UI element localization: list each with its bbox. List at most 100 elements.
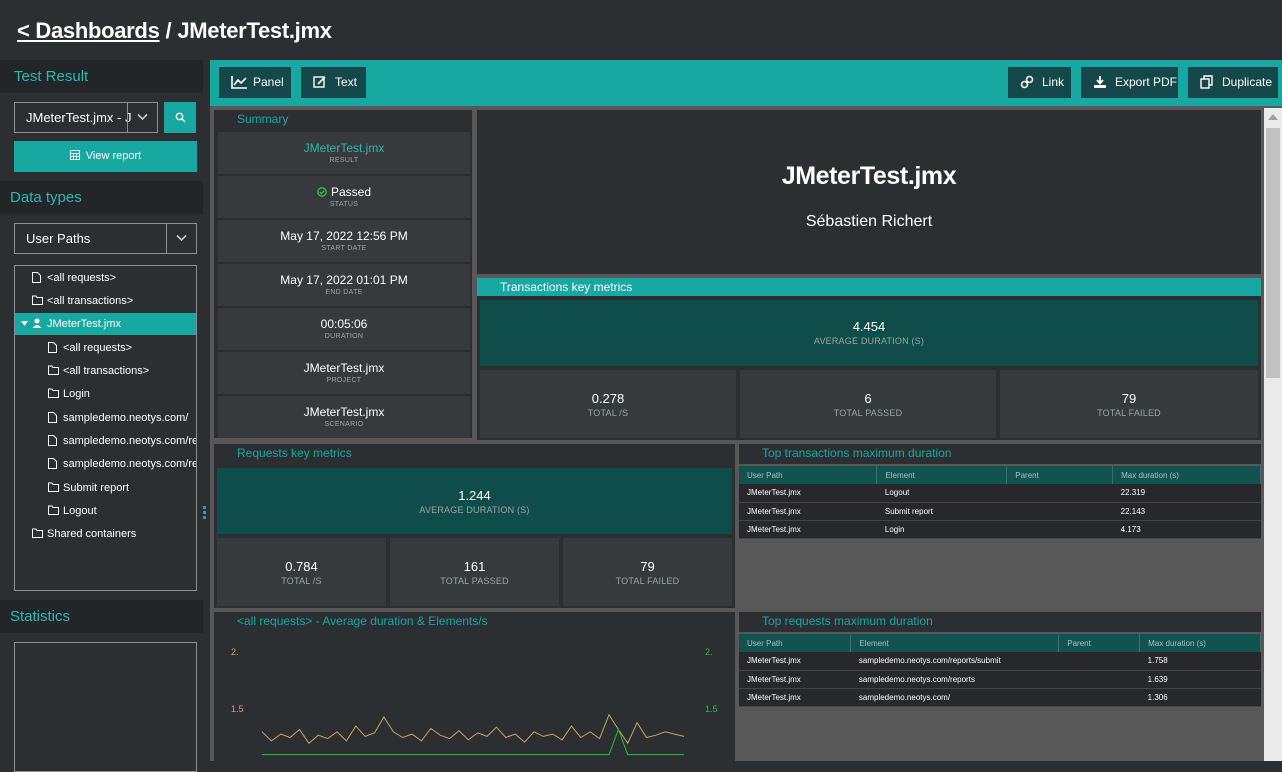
tree-item-jmetertest[interactable]: JMeterTest.jmx	[15, 313, 196, 335]
column-header[interactable]: User Path	[739, 466, 878, 484]
caret-down-icon[interactable]	[21, 321, 28, 326]
test-result-select[interactable]: JMeterTest.jmx - J	[14, 102, 158, 133]
tree-item-submit-report[interactable]: Submit report	[15, 477, 196, 499]
metric-value: 79	[640, 559, 655, 574]
table-cell: sampledemo.neotys.com/	[850, 688, 1059, 707]
breadcrumb: < Dashboards / JMeterTest.jmx	[17, 18, 332, 44]
data-types-heading: Data types	[0, 181, 203, 214]
requests-metrics-panel[interactable]: Requests key metrics 1.244 AVERAGE DURAT…	[214, 444, 735, 608]
table-cell: JMeterTest.jmx	[739, 652, 851, 671]
table-row[interactable]: JMeterTest.jmx sampledemo.neotys.com/ 1.…	[739, 688, 1261, 707]
file-icon	[48, 435, 57, 446]
table-cell: JMeterTest.jmx	[739, 670, 851, 689]
table-row[interactable]: JMeterTest.jmx Login 4.173	[739, 520, 1261, 539]
dashboards-back-link[interactable]: < Dashboards	[17, 18, 160, 43]
tree-item-label: <all transactions>	[47, 295, 134, 307]
export-pdf-button[interactable]: Export PDF	[1081, 67, 1178, 98]
tree-item-request[interactable]: sampledemo.neotys.com/rep	[15, 453, 196, 475]
table-cell: JMeterTest.jmx	[739, 484, 877, 503]
title-text: JMeterTest.jmx	[781, 162, 957, 190]
top-requests-table: User Path Element Parent Max duration (s…	[739, 634, 1261, 707]
tree-item-all-requests[interactable]: <all requests>	[15, 267, 196, 289]
duplicate-button[interactable]: Duplicate	[1188, 67, 1278, 98]
chevron-down-icon[interactable]	[166, 224, 196, 253]
transactions-total-per-s: 0.278 TOTAL /S	[480, 370, 736, 438]
link-button[interactable]: Link	[1008, 67, 1071, 98]
column-header[interactable]: Element	[876, 466, 1008, 484]
metric-label: TOTAL FAILED	[1097, 408, 1161, 418]
tree-item-request[interactable]: sampledemo.neotys.com/	[15, 407, 196, 429]
summary-value: JMeterTest.jmx	[303, 361, 385, 375]
table-cell: sampledemo.neotys.com/reports/submit	[850, 652, 1059, 671]
column-header[interactable]: User Path	[739, 634, 852, 652]
copy-icon	[1200, 75, 1213, 89]
summary-label: STATUS	[329, 201, 359, 208]
table-row[interactable]: JMeterTest.jmx Logout 22.319	[739, 484, 1261, 503]
add-text-button[interactable]: Text	[301, 67, 366, 98]
table-cell: Login	[876, 520, 1007, 539]
scrollbar-thumb[interactable]	[1266, 128, 1280, 378]
summary-label: SCENARIO	[324, 421, 364, 428]
table-row[interactable]: JMeterTest.jmx Submit report 22.143	[739, 502, 1261, 521]
line-chart[interactable]: 2. 1.5 2. 1.5	[214, 632, 735, 761]
breadcrumb-separator: /	[165, 18, 172, 43]
page-scrollbar[interactable]	[1264, 108, 1282, 761]
tree-item-label: Submit report	[63, 482, 130, 494]
title-text-panel[interactable]: JMeterTest.jmx Sébastien Richert	[477, 110, 1261, 274]
tree-item-label: sampledemo.neotys.com/rep	[63, 435, 197, 447]
add-panel-button[interactable]: Panel	[219, 67, 291, 98]
tree-item-all-transactions[interactable]: <all transactions>	[15, 360, 196, 382]
metric-value: 79	[1121, 391, 1137, 406]
tree-item-label: JMeterTest.jmx	[47, 318, 121, 330]
tree-item-all-transactions[interactable]: <all transactions>	[15, 290, 196, 312]
tree-item-login[interactable]: Login	[15, 383, 196, 405]
transactions-metrics-title: Transactions key metrics	[477, 278, 1261, 296]
file-icon	[32, 272, 41, 283]
summary-value: Passed	[330, 185, 372, 199]
table-cell	[1006, 502, 1113, 521]
sidebar-resize-handle[interactable]	[203, 506, 207, 520]
test-result-select-value: JMeterTest.jmx - J	[26, 110, 132, 125]
column-header[interactable]: Parent	[1058, 634, 1141, 652]
duplicate-label: Duplicate	[1222, 75, 1273, 89]
tree-item-label: <all requests>	[63, 342, 133, 354]
table-row[interactable]: JMeterTest.jmx sampledemo.neotys.com/rep…	[739, 652, 1261, 671]
tree-item-shared-containers[interactable]: Shared containers	[15, 523, 196, 545]
statistics-heading: Statistics	[0, 600, 203, 633]
table-row[interactable]: JMeterTest.jmx sampledemo.neotys.com/rep…	[739, 670, 1261, 689]
tree-item-logout[interactable]: Logout	[15, 500, 196, 522]
requests-avg-duration: 1.244 AVERAGE DURATION (S)	[217, 468, 732, 534]
view-report-button[interactable]: View report	[14, 141, 197, 172]
column-header[interactable]: Element	[850, 634, 1060, 652]
scroll-up-icon[interactable]	[1268, 114, 1278, 120]
top-requests-panel[interactable]: Top requests maximum duration User Path …	[739, 612, 1261, 761]
column-header[interactable]: Max duration (s)	[1139, 634, 1261, 652]
summary-scenario: JMeterTest.jmx SCENARIO	[218, 396, 470, 438]
top-transactions-panel[interactable]: Top transactions maximum duration User P…	[739, 444, 1261, 608]
edit-icon	[313, 76, 326, 88]
data-type-select[interactable]: User Paths	[14, 223, 197, 254]
data-tree: <all requests> <all transactions> JMeter…	[14, 265, 197, 591]
column-header[interactable]: Parent	[1006, 466, 1114, 484]
transactions-metrics-panel[interactable]: Transactions key metrics 4.454 AVERAGE D…	[477, 278, 1261, 440]
summary-value: JMeterTest.jmx	[303, 141, 385, 155]
search-button[interactable]	[164, 102, 196, 133]
tree-item-label: sampledemo.neotys.com/rep	[63, 458, 197, 470]
table-cell: sampledemo.neotys.com/reports	[850, 670, 1059, 689]
tree-item-all-requests[interactable]: <all requests>	[15, 337, 196, 359]
summary-duration: 00:05:06 DURATION	[218, 308, 470, 350]
summary-status: Passed STATUS	[218, 176, 470, 218]
column-header[interactable]: Max duration (s)	[1112, 466, 1261, 484]
table-cell: JMeterTest.jmx	[739, 688, 851, 707]
y-tick-right: 2.	[705, 647, 713, 657]
summary-panel[interactable]: Summary JMeterTest.jmx RESULT Passed STA…	[214, 110, 472, 438]
export-pdf-label: Export PDF	[1115, 75, 1178, 89]
metric-value: 6	[864, 391, 872, 406]
table-cell: 1.306	[1139, 688, 1261, 707]
summary-label: DURATION	[324, 333, 364, 340]
chevron-down-icon[interactable]	[127, 103, 157, 132]
chart-panel[interactable]: <all requests> - Average duration & Elem…	[214, 612, 735, 761]
folder-icon	[48, 365, 59, 375]
metric-value: 0.278	[591, 391, 625, 406]
tree-item-request[interactable]: sampledemo.neotys.com/rep	[15, 430, 196, 452]
